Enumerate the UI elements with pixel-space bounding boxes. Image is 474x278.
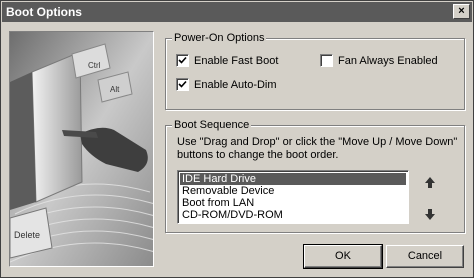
checkmark-icon [178, 80, 187, 88]
move-up-button[interactable] [422, 175, 438, 191]
auto-dim-box[interactable] [176, 78, 189, 91]
window-title: Boot Options [6, 5, 82, 19]
list-item[interactable]: Boot from LAN [180, 197, 406, 209]
auto-dim-label: Enable Auto-Dim [194, 79, 277, 91]
close-button[interactable]: × [453, 4, 470, 19]
fan-label: Fan Always Enabled [338, 55, 438, 67]
checkmark-icon [178, 56, 187, 64]
fan-box[interactable] [320, 54, 333, 67]
boot-options-dialog: Boot Options × Ctrl Alt Delete Power-On … [0, 0, 474, 278]
illustration-graphic: Ctrl Alt Delete [10, 32, 153, 266]
boot-illustration: Ctrl Alt Delete [9, 31, 154, 267]
title-bar[interactable]: Boot Options × [2, 2, 472, 22]
close-icon: × [458, 5, 465, 17]
boot-order-list[interactable]: IDE Hard Drive Removable Device Boot fro… [177, 170, 409, 224]
delete-key-label: Delete [14, 230, 40, 240]
boot-sequence-description: Use "Drag and Drop" or click the "Move U… [177, 136, 458, 161]
ok-button[interactable]: OK [303, 244, 383, 269]
move-down-button[interactable] [422, 206, 438, 222]
cancel-button[interactable]: Cancel [386, 245, 464, 268]
power-on-legend: Power-On Options [172, 31, 267, 45]
list-item[interactable]: CD-ROM/DVD-ROM [180, 209, 406, 221]
boot-sequence-group: Boot Sequence Use "Drag and Drop" or cli… [165, 118, 465, 233]
boot-sequence-legend: Boot Sequence [172, 118, 252, 132]
arrow-down-icon [425, 209, 435, 220]
fast-boot-box[interactable] [176, 54, 189, 67]
ctrl-key-label: Ctrl [88, 61, 101, 70]
power-on-options-group: Power-On Options Enable Fast Boot Fan Al… [165, 31, 465, 110]
list-item[interactable]: IDE Hard Drive [180, 173, 406, 185]
arrow-up-icon [425, 177, 435, 188]
alt-key-label: Alt [110, 85, 120, 94]
list-item[interactable]: Removable Device [180, 185, 406, 197]
fast-boot-label: Enable Fast Boot [194, 55, 279, 67]
